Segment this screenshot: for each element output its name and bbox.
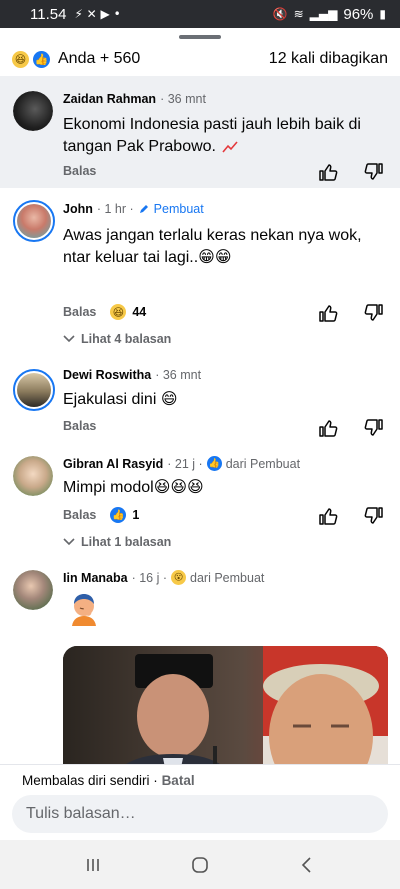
author-name[interactable]: Iin Manaba — [63, 571, 128, 585]
comment-time: · 16 j · — [131, 570, 168, 585]
comment-time: · 36 mnt — [160, 92, 206, 106]
vote-actions — [318, 303, 384, 323]
author-name[interactable]: Dewi Roswitha — [63, 368, 151, 382]
vote-actions — [318, 506, 384, 526]
comment-author-line: John · 1 hr · Pembuat — [63, 202, 204, 216]
comment-author-line: Gibran Al Rasyid · 21 j · 👍 dari Pembuat — [63, 456, 300, 471]
wow-reaction-icon: 😮 — [171, 570, 187, 585]
creator-badge: Pembuat — [153, 202, 204, 216]
creator-reaction-label: dari Pembuat — [190, 570, 265, 585]
reaction-count[interactable]: 😆 44 — [110, 304, 146, 320]
comment-text: Mimpi modol😆😆😆 — [63, 479, 204, 496]
clock: 11.54 — [30, 5, 67, 23]
comment-author-line: Iin Manaba · 16 j · 😮 dari Pembuat — [63, 570, 264, 585]
reaction-count[interactable]: 👍 1 — [110, 507, 139, 523]
vote-actions — [318, 162, 384, 182]
comment-item: Iin Manaba · 16 j · 😮 dari Pembuat — [0, 560, 400, 764]
reply-button[interactable]: Balas — [63, 419, 96, 433]
author-name[interactable]: Zaidan Rahman — [63, 92, 156, 106]
view-replies-button[interactable]: Lihat 4 balasan — [63, 332, 171, 346]
trend-up-icon — [222, 141, 239, 153]
reply-button[interactable]: Balas — [63, 305, 96, 319]
thumbs-down-icon[interactable] — [364, 162, 384, 182]
chevron-down-icon — [63, 538, 75, 546]
comment-item: Zaidan Rahman · 36 mnt Ekonomi Indonesia… — [0, 76, 400, 188]
view-replies-button[interactable]: Lihat 1 balasan — [63, 535, 171, 549]
comment-item: Gibran Al Rasyid · 21 j · 👍 dari Pembuat… — [0, 450, 400, 560]
vote-actions — [318, 418, 384, 438]
mute-icon: 🔇 — [272, 7, 288, 21]
system-nav-bar — [0, 840, 400, 889]
comment-actions: Balas 👍 1 — [63, 507, 139, 523]
cancel-reply-button[interactable]: Batal — [162, 773, 195, 788]
reply-input[interactable] — [12, 795, 388, 833]
thumbs-down-icon[interactable] — [364, 418, 384, 438]
thumbs-down-icon[interactable] — [364, 506, 384, 526]
reply-status: Membalas diri sendiri · Batal — [22, 773, 195, 788]
comment-actions: Balas — [63, 164, 96, 178]
comment-actions: Balas — [63, 419, 96, 433]
pencil-icon — [139, 205, 148, 213]
comment-actions: Balas 😆 44 — [63, 304, 146, 320]
avatar[interactable] — [13, 369, 55, 411]
wifi-icon: ≋ — [293, 7, 304, 21]
recent-apps-icon[interactable] — [83, 855, 103, 875]
author-name[interactable]: Gibran Al Rasyid — [63, 457, 163, 471]
thumbs-up-icon[interactable] — [318, 162, 338, 182]
battery-icon: ▮ — [379, 7, 386, 21]
comment-text: Ekonomi Indonesia pasti jauh lebih baik … — [63, 116, 361, 155]
comment-text: Ejakulasi dini 😄 — [63, 391, 178, 408]
avatar[interactable] — [13, 456, 53, 496]
comment-text: Awas jangan terlalu keras nekan nya wok,… — [63, 227, 362, 266]
comment-time: · 1 hr · — [96, 202, 134, 216]
haha-reaction-icon: 😆 — [12, 50, 29, 68]
comments-sheet: 😆 👍 Anda + 560 12 kali dibagikan Zaidan … — [0, 28, 400, 764]
home-icon[interactable] — [190, 855, 210, 875]
facepalm-emoji-icon — [72, 594, 96, 626]
shares-count[interactable]: 12 kali dibagikan — [269, 50, 388, 68]
like-reaction-icon: 👍 — [206, 456, 222, 471]
battery-level: 96% — [343, 5, 374, 23]
comment-item: Dewi Roswitha · 36 mnt Ejakulasi dini 😄 … — [0, 358, 400, 450]
thumbs-up-icon[interactable] — [318, 506, 338, 526]
avatar[interactable] — [13, 91, 53, 131]
haha-reaction-icon: 😆 — [110, 304, 127, 320]
creator-reaction-label: dari Pembuat — [225, 456, 301, 471]
reactions-count: Anda + 560 — [58, 50, 141, 67]
reply-composer: Membalas diri sendiri · Batal — [0, 764, 400, 840]
reply-button[interactable]: Balas — [63, 508, 96, 522]
avatar[interactable] — [13, 570, 53, 610]
comment-image[interactable] — [63, 646, 388, 764]
status-bar: 11.54 ⚡ ✕ ▶ • 🔇 ≋ ▂▄▆ 96% ▮ — [0, 0, 400, 28]
thumbs-up-icon[interactable] — [318, 303, 338, 323]
avatar[interactable] — [13, 200, 55, 242]
thumbs-down-icon[interactable] — [364, 303, 384, 323]
comment-author-line: Dewi Roswitha · 36 mnt — [63, 368, 201, 382]
thumbs-up-icon[interactable] — [318, 418, 338, 438]
reply-button[interactable]: Balas — [63, 164, 96, 178]
back-icon[interactable] — [297, 855, 317, 875]
chevron-down-icon — [63, 335, 75, 343]
comment-time: · 21 j · — [167, 456, 203, 471]
comment-item: John · 1 hr · Pembuat Awas jangan terlal… — [0, 188, 400, 358]
comment-author-line: Zaidan Rahman · 36 mnt — [63, 92, 206, 106]
author-name[interactable]: John — [63, 202, 93, 216]
signal-icon: ▂▄▆ — [309, 7, 338, 21]
reactions-summary[interactable]: 😆 👍 Anda + 560 12 kali dibagikan — [12, 48, 388, 70]
drag-handle[interactable] — [179, 35, 221, 39]
like-reaction-icon: 👍 — [110, 507, 127, 523]
photo-content — [63, 646, 388, 764]
notification-icons: ⚡ ✕ ▶ • — [74, 7, 121, 21]
like-reaction-icon: 👍 — [33, 50, 50, 68]
comment-time: · 36 mnt — [155, 368, 202, 382]
